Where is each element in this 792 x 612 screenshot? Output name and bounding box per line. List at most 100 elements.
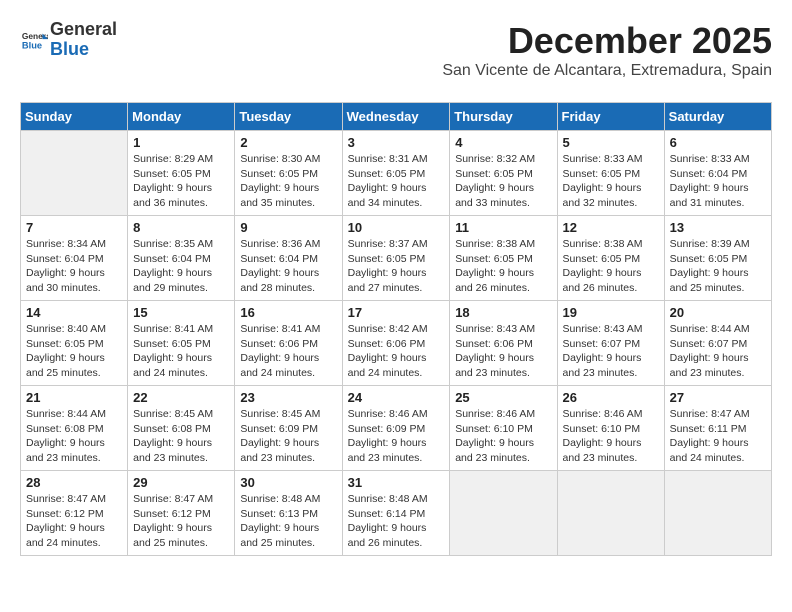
day-number: 29: [133, 475, 229, 490]
location-title: San Vicente de Alcantara, Extremadura, S…: [442, 62, 772, 80]
day-info: Sunrise: 8:35 AM Sunset: 6:04 PM Dayligh…: [133, 237, 229, 296]
day-number: 23: [240, 390, 336, 405]
calendar-cell: 11Sunrise: 8:38 AM Sunset: 6:05 PM Dayli…: [450, 216, 557, 301]
calendar-cell: 25 Sunrise: 8:46 AM Sunset: 6:10 PM Dayli…: [450, 386, 557, 471]
calendar-cell: 27 Sunrise: 8:47 AM Sunset: 6:11 PM Dayli…: [664, 386, 771, 471]
calendar-cell: 6Sunrise: 8:33 AM Sunset: 6:04 PM Daylig…: [664, 131, 771, 216]
weekday-wednesday: Wednesday: [342, 103, 450, 131]
day-info: Sunrise: 8:47 AM Sunset: 6:11 PM Dayligh…: [670, 407, 766, 466]
day-info: Sunrise: 8:37 AM Sunset: 6:05 PM Dayligh…: [348, 237, 445, 296]
calendar-cell: 15Sunrise: 8:41 AM Sunset: 6:05 PM Dayli…: [128, 301, 235, 386]
logo-blue-text: Blue: [50, 39, 89, 59]
day-info: Sunrise: 8:30 AM Sunset: 6:05 PM Dayligh…: [240, 152, 336, 211]
day-info: Sunrise: 8:46 AM Sunset: 6:09 PM Dayligh…: [348, 407, 445, 466]
calendar-cell: 31 Sunrise: 8:48 AM Sunset: 6:14 PM Dayli…: [342, 471, 450, 556]
calendar-cell: 1 Sunrise: 8:29 AM Sunset: 6:05 PM Daylig…: [128, 131, 235, 216]
day-number: 27: [670, 390, 766, 405]
calendar-cell: 30 Sunrise: 8:48 AM Sunset: 6:13 PM Dayli…: [235, 471, 342, 556]
weekday-thursday: Thursday: [450, 103, 557, 131]
calendar-cell: [21, 131, 128, 216]
calendar-cell: 8 Sunrise: 8:35 AM Sunset: 6:04 PM Daylig…: [128, 216, 235, 301]
day-info: Sunrise: 8:42 AM Sunset: 6:06 PM Dayligh…: [348, 322, 445, 381]
day-info: Sunrise: 8:44 AM Sunset: 6:08 PM Dayligh…: [26, 407, 122, 466]
day-number: 28: [26, 475, 122, 490]
calendar-cell: 23 Sunrise: 8:45 AM Sunset: 6:09 PM Dayli…: [235, 386, 342, 471]
day-info: Sunrise: 8:43 AM Sunset: 6:06 PM Dayligh…: [455, 322, 551, 381]
day-number: 25: [455, 390, 551, 405]
day-number: 21: [26, 390, 122, 405]
day-number: 20: [670, 305, 766, 320]
calendar-cell: 28 Sunrise: 8:47 AM Sunset: 6:12 PM Dayli…: [21, 471, 128, 556]
calendar-cell: 10Sunrise: 8:37 AM Sunset: 6:05 PM Dayli…: [342, 216, 450, 301]
day-number: 30: [240, 475, 336, 490]
calendar-body: 1 Sunrise: 8:29 AM Sunset: 6:05 PM Daylig…: [21, 131, 772, 556]
day-info: Sunrise: 8:41 AM Sunset: 6:06 PM Dayligh…: [240, 322, 336, 381]
day-info: Sunrise: 8:45 AM Sunset: 6:09 PM Dayligh…: [240, 407, 336, 466]
calendar-cell: 26Sunrise: 8:46 AM Sunset: 6:10 PM Dayli…: [557, 386, 664, 471]
day-info: Sunrise: 8:38 AM Sunset: 6:05 PM Dayligh…: [455, 237, 551, 296]
day-info: Sunrise: 8:47 AM Sunset: 6:12 PM Dayligh…: [133, 492, 229, 551]
calendar-cell: 16 Sunrise: 8:41 AM Sunset: 6:06 PM Dayli…: [235, 301, 342, 386]
calendar-cell: [557, 471, 664, 556]
day-info: Sunrise: 8:48 AM Sunset: 6:14 PM Dayligh…: [348, 492, 445, 551]
day-number: 7: [26, 220, 122, 235]
day-number: 1: [133, 135, 229, 150]
day-info: Sunrise: 8:47 AM Sunset: 6:12 PM Dayligh…: [26, 492, 122, 551]
calendar-cell: 14 Sunrise: 8:40 AM Sunset: 6:05 PM Dayli…: [21, 301, 128, 386]
day-info: Sunrise: 8:36 AM Sunset: 6:04 PM Dayligh…: [240, 237, 336, 296]
day-number: 18: [455, 305, 551, 320]
day-info: Sunrise: 8:46 AM Sunset: 6:10 PM Dayligh…: [563, 407, 659, 466]
logo: General Blue General Blue: [20, 20, 117, 60]
day-number: 3: [348, 135, 445, 150]
day-number: 6: [670, 135, 766, 150]
logo-icon: General Blue: [20, 26, 48, 54]
day-info: Sunrise: 8:40 AM Sunset: 6:05 PM Dayligh…: [26, 322, 122, 381]
day-number: 9: [240, 220, 336, 235]
day-number: 4: [455, 135, 551, 150]
svg-text:Blue: Blue: [22, 40, 42, 50]
day-info: Sunrise: 8:39 AM Sunset: 6:05 PM Dayligh…: [670, 237, 766, 296]
day-number: 5: [563, 135, 659, 150]
weekday-sunday: Sunday: [21, 103, 128, 131]
calendar-cell: 29 Sunrise: 8:47 AM Sunset: 6:12 PM Dayli…: [128, 471, 235, 556]
day-info: Sunrise: 8:34 AM Sunset: 6:04 PM Dayligh…: [26, 237, 122, 296]
weekday-tuesday: Tuesday: [235, 103, 342, 131]
day-info: Sunrise: 8:29 AM Sunset: 6:05 PM Dayligh…: [133, 152, 229, 211]
calendar-cell: 17 Sunrise: 8:42 AM Sunset: 6:06 PM Dayli…: [342, 301, 450, 386]
day-info: Sunrise: 8:45 AM Sunset: 6:08 PM Dayligh…: [133, 407, 229, 466]
day-number: 16: [240, 305, 336, 320]
day-info: Sunrise: 8:44 AM Sunset: 6:07 PM Dayligh…: [670, 322, 766, 381]
day-info: Sunrise: 8:31 AM Sunset: 6:05 PM Dayligh…: [348, 152, 445, 211]
day-info: Sunrise: 8:43 AM Sunset: 6:07 PM Dayligh…: [563, 322, 659, 381]
week-row-1: 7 Sunrise: 8:34 AM Sunset: 6:04 PM Daylig…: [21, 216, 772, 301]
day-info: Sunrise: 8:48 AM Sunset: 6:13 PM Dayligh…: [240, 492, 336, 551]
week-row-2: 14 Sunrise: 8:40 AM Sunset: 6:05 PM Dayli…: [21, 301, 772, 386]
week-row-3: 21 Sunrise: 8:44 AM Sunset: 6:08 PM Dayli…: [21, 386, 772, 471]
day-info: Sunrise: 8:33 AM Sunset: 6:05 PM Dayligh…: [563, 152, 659, 211]
week-row-0: 1 Sunrise: 8:29 AM Sunset: 6:05 PM Daylig…: [21, 131, 772, 216]
calendar-cell: 19Sunrise: 8:43 AM Sunset: 6:07 PM Dayli…: [557, 301, 664, 386]
calendar-cell: 12Sunrise: 8:38 AM Sunset: 6:05 PM Dayli…: [557, 216, 664, 301]
calendar-cell: 7 Sunrise: 8:34 AM Sunset: 6:04 PM Daylig…: [21, 216, 128, 301]
calendar-cell: 20 Sunrise: 8:44 AM Sunset: 6:07 PM Dayli…: [664, 301, 771, 386]
month-title: December 2025: [442, 20, 772, 62]
calendar-cell: 9 Sunrise: 8:36 AM Sunset: 6:04 PM Daylig…: [235, 216, 342, 301]
weekday-friday: Friday: [557, 103, 664, 131]
day-number: 14: [26, 305, 122, 320]
day-number: 17: [348, 305, 445, 320]
calendar-cell: 2Sunrise: 8:30 AM Sunset: 6:05 PM Daylig…: [235, 131, 342, 216]
day-number: 22: [133, 390, 229, 405]
day-info: Sunrise: 8:41 AM Sunset: 6:05 PM Dayligh…: [133, 322, 229, 381]
day-number: 31: [348, 475, 445, 490]
day-info: Sunrise: 8:46 AM Sunset: 6:10 PM Dayligh…: [455, 407, 551, 466]
weekday-header: SundayMondayTuesdayWednesdayThursdayFrid…: [21, 103, 772, 131]
logo-general-text: General: [50, 19, 117, 39]
calendar-table: SundayMondayTuesdayWednesdayThursdayFrid…: [20, 102, 772, 556]
weekday-saturday: Saturday: [664, 103, 771, 131]
calendar-cell: [450, 471, 557, 556]
calendar-cell: 3 Sunrise: 8:31 AM Sunset: 6:05 PM Daylig…: [342, 131, 450, 216]
calendar-cell: 22 Sunrise: 8:45 AM Sunset: 6:08 PM Dayli…: [128, 386, 235, 471]
day-info: Sunrise: 8:32 AM Sunset: 6:05 PM Dayligh…: [455, 152, 551, 211]
calendar-cell: 21 Sunrise: 8:44 AM Sunset: 6:08 PM Dayli…: [21, 386, 128, 471]
day-number: 8: [133, 220, 229, 235]
